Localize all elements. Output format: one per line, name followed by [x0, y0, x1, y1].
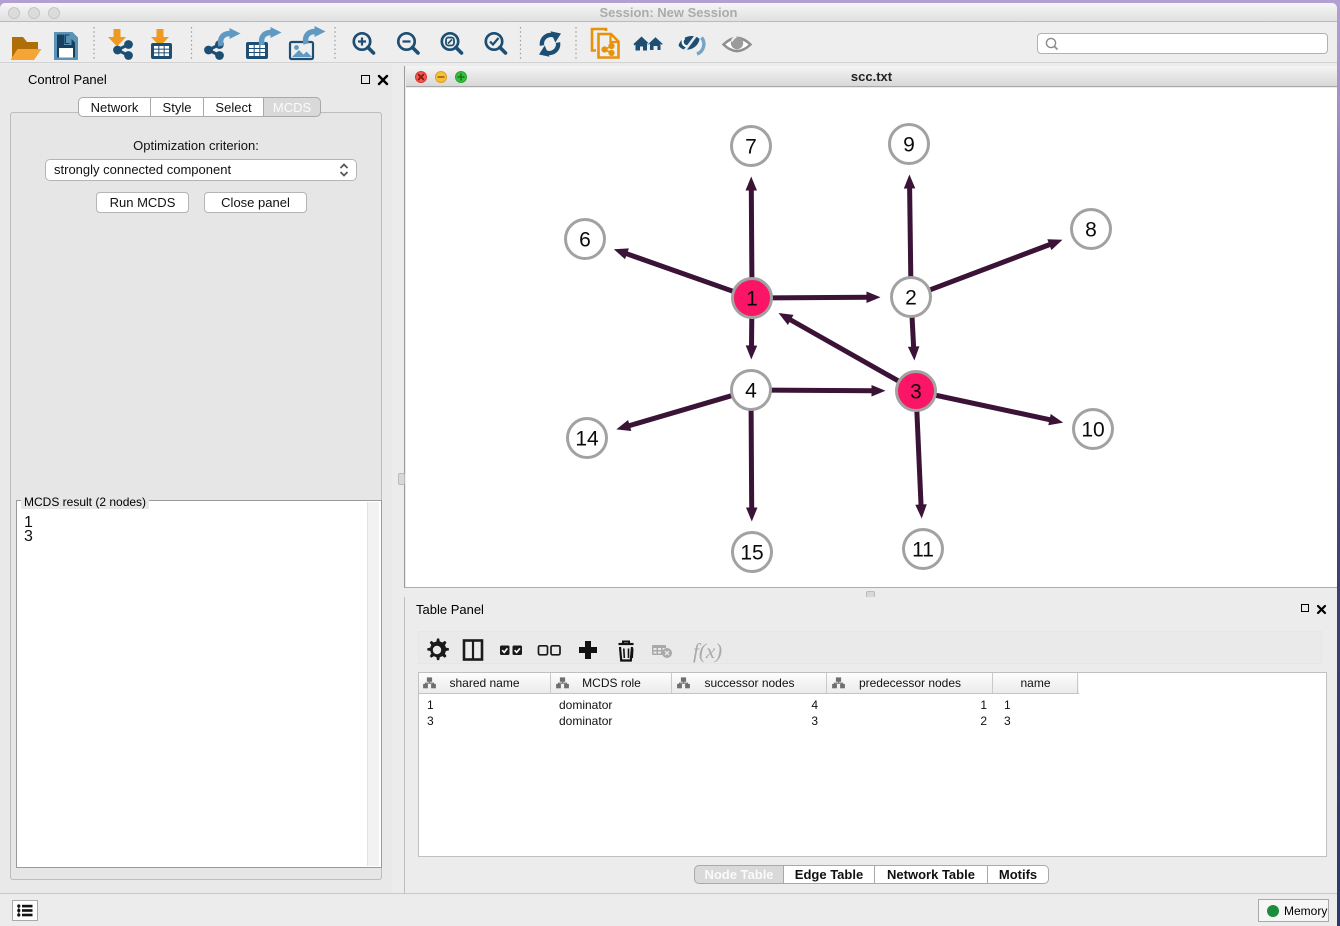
- svg-text:4: 4: [745, 380, 757, 403]
- svg-text:14: 14: [575, 428, 599, 451]
- svg-text:8: 8: [1085, 219, 1097, 242]
- svg-text:f(x): f(x): [693, 639, 722, 663]
- svg-text:3: 3: [910, 381, 922, 404]
- svg-text:6: 6: [579, 229, 591, 252]
- svg-text:15: 15: [740, 542, 763, 565]
- svg-text:2: 2: [905, 287, 917, 310]
- svg-text:9: 9: [903, 134, 915, 157]
- svg-text:10: 10: [1081, 419, 1104, 442]
- svg-text:7: 7: [745, 136, 757, 159]
- svg-text:11: 11: [912, 539, 934, 562]
- svg-text:1: 1: [746, 288, 758, 311]
